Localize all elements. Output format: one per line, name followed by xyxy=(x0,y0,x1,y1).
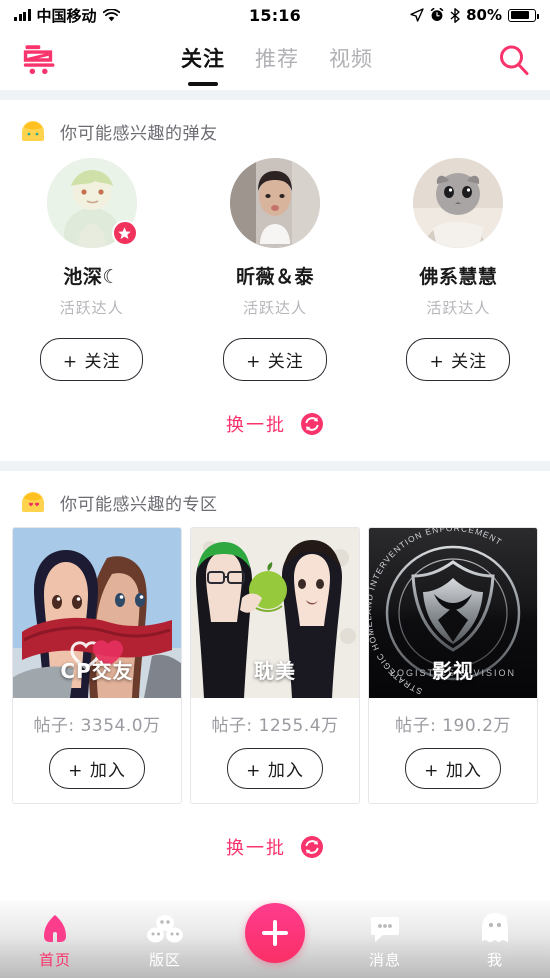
nav-label-boards: 版区 xyxy=(149,949,181,970)
message-bubble-icon xyxy=(367,910,403,944)
avatar[interactable] xyxy=(413,158,503,248)
users-refresh-button[interactable]: 换一批 xyxy=(0,381,550,461)
feed-tabs: 关注 推荐 视频 xyxy=(58,43,496,77)
user-card[interactable]: 昕薇＆泰 活跃达人 + 关注 xyxy=(183,158,366,381)
nav-label-messages: 消息 xyxy=(369,949,401,970)
bottom-navigation-bar: 首页 版区 xyxy=(0,900,550,978)
status-bar-left: 中国移动 xyxy=(14,5,249,26)
follow-button[interactable]: + 关注 xyxy=(40,338,144,381)
carrier-label: 中国移动 xyxy=(37,5,97,26)
follow-button[interactable]: + 关注 xyxy=(406,338,510,381)
suggested-users-list: 池深☾ 活跃达人 + 关注 xyxy=(0,152,550,381)
signal-icon xyxy=(14,9,31,21)
section-divider-top xyxy=(0,90,550,100)
refresh-circle-icon[interactable] xyxy=(300,412,324,436)
suggested-zones-header: 你可能感兴趣的专区 xyxy=(0,471,550,523)
location-arrow-icon xyxy=(410,8,424,22)
zone-caption: 耽美 xyxy=(191,655,359,684)
avatar[interactable] xyxy=(230,158,320,248)
yellow-bun-heart-eyes-mascot-icon xyxy=(18,487,48,517)
nav-label-home: 首页 xyxy=(39,949,71,970)
yellow-bun-mascot-icon xyxy=(18,116,48,146)
home-icon xyxy=(37,910,73,944)
zone-post-count: 帖子: 1255.4万 xyxy=(211,711,338,736)
tab-shipin[interactable]: 视频 xyxy=(329,43,373,77)
nav-item-profile[interactable]: 我 xyxy=(440,910,550,970)
add-post-fab-icon[interactable] xyxy=(245,903,305,963)
user-name: 昕薇＆泰 xyxy=(236,262,314,289)
zone-card[interactable]: CP交友 帖子: 3354.0万 + 加入 xyxy=(12,527,182,804)
nav-item-messages[interactable]: 消息 xyxy=(330,910,440,970)
refresh-circle-icon[interactable] xyxy=(300,835,324,859)
nav-item-add-post[interactable] xyxy=(220,903,330,970)
zones-refresh-label: 换一批 xyxy=(226,834,286,860)
battery-percent-label: 80% xyxy=(466,6,502,24)
user-tag: 活跃达人 xyxy=(243,297,307,318)
zone-image: CP交友 xyxy=(13,528,181,698)
tab-tuijian[interactable]: 推荐 xyxy=(255,43,299,77)
clock-label: 15:16 xyxy=(249,6,301,25)
avatar-wrapper xyxy=(413,158,503,248)
join-button[interactable]: + 加入 xyxy=(405,748,501,789)
wifi-icon xyxy=(103,9,120,22)
search-icon[interactable] xyxy=(496,42,532,78)
battery-icon xyxy=(508,9,536,22)
zone-card[interactable]: 耽美 帖子: 1255.4万 + 加入 xyxy=(190,527,360,804)
alarm-clock-icon xyxy=(430,8,444,22)
bluetooth-icon xyxy=(450,8,460,23)
zone-card[interactable]: STRATEGIC HOMELAND INTERVENTION ENFORCEM… xyxy=(368,527,538,804)
suggested-zones-title: 你可能感兴趣的专区 xyxy=(60,490,218,515)
zone-image: STRATEGIC HOMELAND INTERVENTION ENFORCEM… xyxy=(369,528,537,698)
user-tag: 活跃达人 xyxy=(426,297,490,318)
status-bar-right: 80% xyxy=(301,6,536,24)
tab-guanzhu[interactable]: 关注 xyxy=(181,43,225,77)
top-navigation-bar: 关注 推荐 视频 xyxy=(0,30,550,90)
suggested-users-header: 你可能感兴趣的弹友 xyxy=(0,100,550,152)
avatar-wrapper xyxy=(230,158,320,248)
nav-item-home[interactable]: 首页 xyxy=(0,910,110,970)
zone-post-count: 帖子: 3354.0万 xyxy=(33,711,160,736)
join-button[interactable]: + 加入 xyxy=(227,748,323,789)
profile-ghost-icon xyxy=(477,910,513,944)
plus-icon xyxy=(262,920,288,946)
suggested-users-title: 你可能感兴趣的弹友 xyxy=(60,119,218,144)
user-tag: 活跃达人 xyxy=(60,297,124,318)
nav-label-profile: 我 xyxy=(487,949,503,970)
user-card[interactable]: 佛系慧慧 活跃达人 + 关注 xyxy=(367,158,550,381)
user-card[interactable]: 池深☾ 活跃达人 + 关注 xyxy=(0,158,183,381)
zone-image: 耽美 xyxy=(191,528,359,698)
zones-refresh-button[interactable]: 换一批 xyxy=(0,804,550,884)
boards-icon xyxy=(147,910,183,944)
star-badge-icon xyxy=(112,220,138,246)
follow-button[interactable]: + 关注 xyxy=(223,338,327,381)
users-refresh-label: 换一批 xyxy=(226,411,286,437)
user-name: 池深☾ xyxy=(63,262,120,289)
suggested-zones-list: CP交友 帖子: 3354.0万 + 加入 xyxy=(0,523,550,804)
app-screen: 中国移动 15:16 80% xyxy=(0,0,550,978)
zone-caption: CP交友 xyxy=(13,655,181,684)
zone-post-count: 帖子: 190.2万 xyxy=(395,711,511,736)
shopping-cart-icon[interactable] xyxy=(18,43,58,77)
status-bar: 中国移动 15:16 80% xyxy=(0,0,550,30)
suggested-users-section: 你可能感兴趣的弹友 xyxy=(0,100,550,461)
zone-caption: 影视 xyxy=(369,655,537,684)
join-button[interactable]: + 加入 xyxy=(49,748,145,789)
user-name: 佛系慧慧 xyxy=(419,262,497,289)
nav-item-boards[interactable]: 版区 xyxy=(110,910,220,970)
suggested-zones-section: 你可能感兴趣的专区 xyxy=(0,471,550,884)
avatar-wrapper xyxy=(47,158,137,248)
section-divider-mid xyxy=(0,461,550,471)
